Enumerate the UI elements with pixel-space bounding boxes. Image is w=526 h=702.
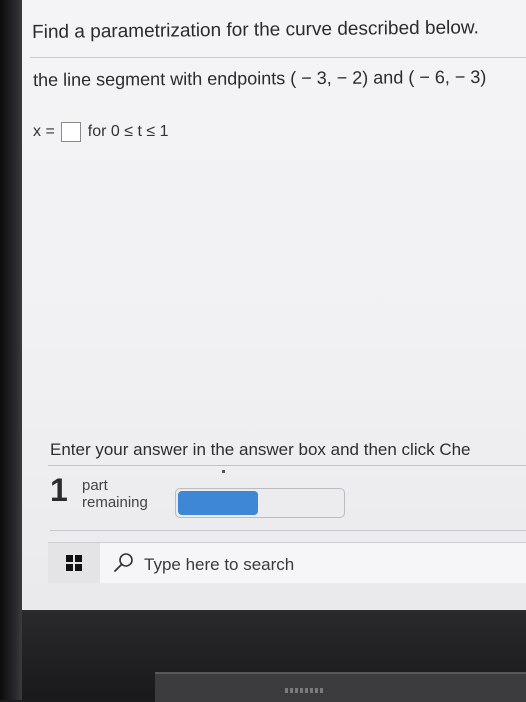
screen: Find a parametrization for the curve des… <box>0 0 526 610</box>
question-divider <box>30 57 526 58</box>
parts-remaining-label: part remaining <box>82 477 148 511</box>
search-placeholder: Type here to search <box>144 555 295 574</box>
range-text: for 0 ≤ t ≤ 1 <box>87 123 169 140</box>
progress-bar <box>175 488 345 518</box>
start-button[interactable] <box>48 543 100 583</box>
windows-logo-icon <box>66 555 82 571</box>
answer-row: x = for 0 ≤ t ≤ 1 <box>33 122 169 142</box>
magnifier-icon <box>114 553 133 572</box>
decorative-tick <box>222 470 225 473</box>
taskbar-divider <box>50 530 526 531</box>
progress-bar-fill <box>178 491 258 515</box>
answer-label: x = <box>33 123 55 140</box>
footer-divider <box>48 465 526 466</box>
parts-remaining-count: 1 <box>50 472 68 508</box>
question-description: the line segment with endpoints ( − 3, −… <box>33 66 487 90</box>
keyboard-keys <box>285 688 325 693</box>
parts-label-line2: remaining <box>82 494 148 511</box>
question-title: Find a parametrization for the curve des… <box>32 17 479 43</box>
instruction-text: Enter your answer in the answer box and … <box>50 440 471 459</box>
monitor-left-bezel <box>0 0 22 700</box>
parts-label-line1: part <box>82 477 108 494</box>
taskbar: Type here to search <box>48 542 526 583</box>
keyboard-edge <box>155 672 526 702</box>
answer-input-box[interactable] <box>60 122 81 142</box>
taskbar-search-box[interactable]: Type here to search <box>100 543 526 583</box>
